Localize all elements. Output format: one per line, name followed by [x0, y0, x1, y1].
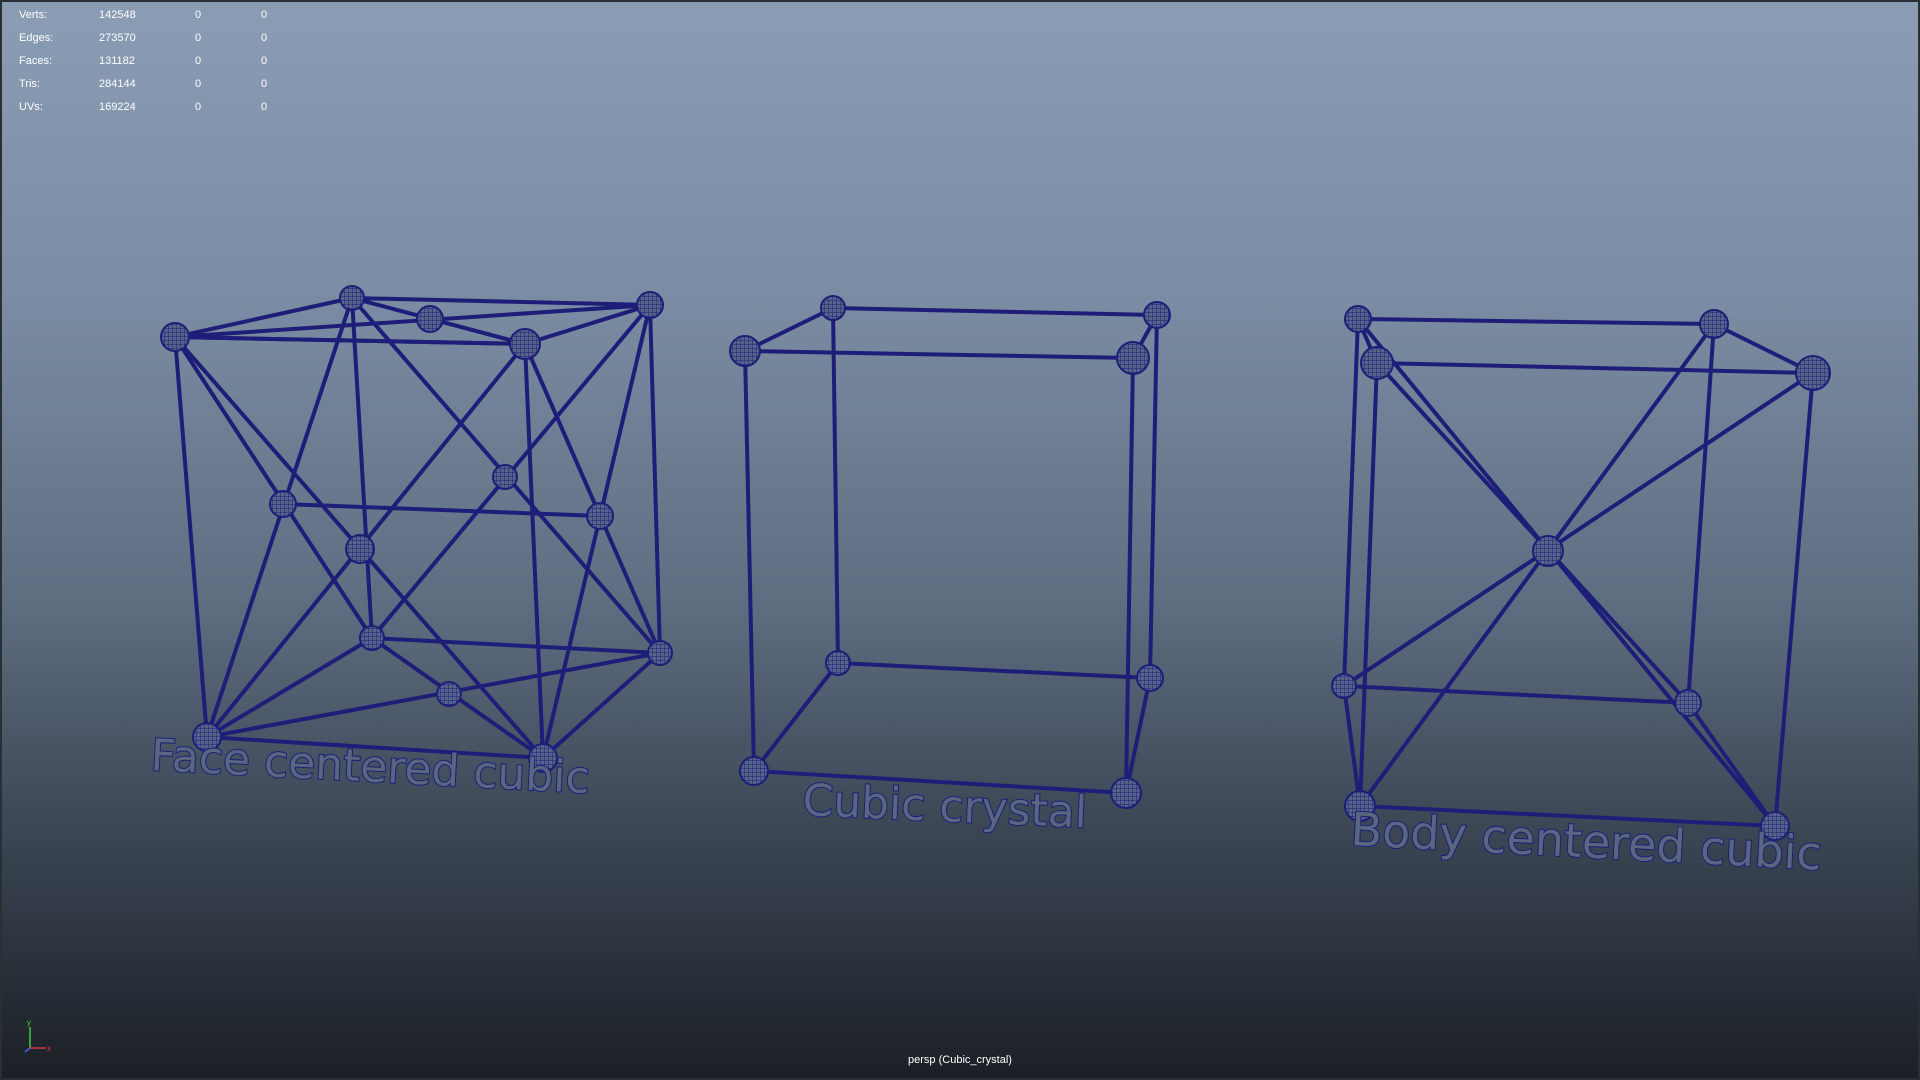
viewport-3d-scene[interactable]: Face centered cubic Cubic crystal Body c… [0, 0, 1920, 1080]
fcc-label[interactable]: Face centered cubic [148, 729, 592, 805]
axis-x-label: x [47, 1044, 51, 1053]
axis-y-label: y [27, 1018, 31, 1027]
cubic-crystal-model[interactable] [743, 306, 1159, 795]
fcc-model[interactable] [173, 296, 662, 760]
bcc-atoms [1331, 305, 1831, 841]
bcc-label[interactable]: Body centered cubic [1348, 801, 1824, 882]
camera-label: persp (Cubic_crystal) [908, 1054, 1012, 1066]
view-axis-gizmo: y x [24, 1018, 51, 1053]
bcc-model[interactable] [1342, 317, 1815, 828]
cubic-crystal-label[interactable]: Cubic crystal [801, 774, 1090, 839]
cubic-crystal-atoms [729, 295, 1171, 809]
